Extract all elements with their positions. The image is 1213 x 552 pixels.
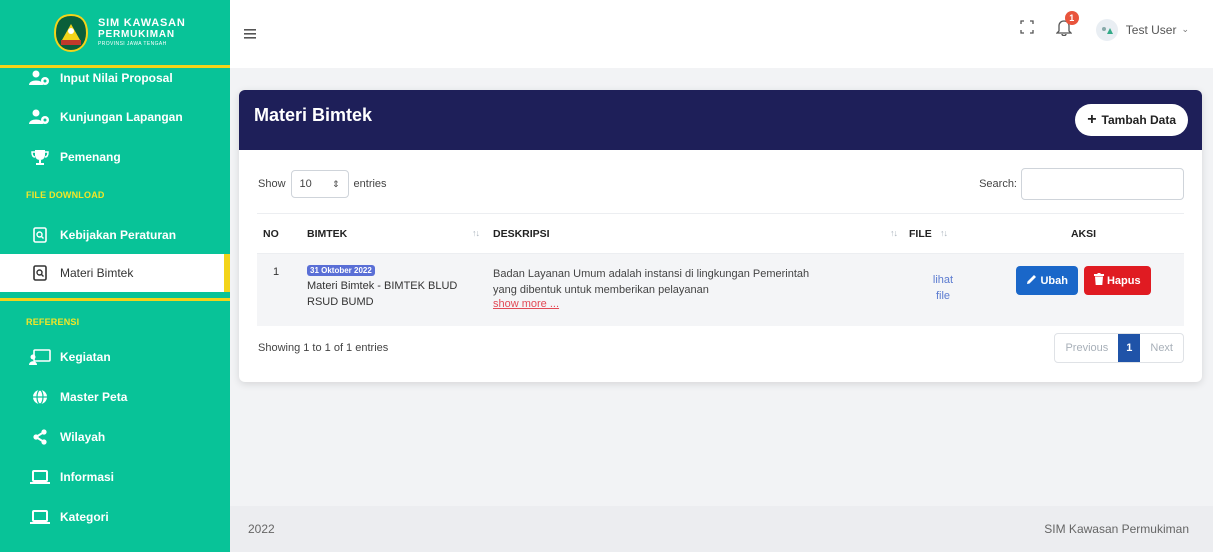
globe-icon xyxy=(28,388,52,406)
footer-year: 2022 xyxy=(248,522,275,536)
sidebar-item-informasi[interactable]: Informasi xyxy=(0,457,230,497)
fullscreen-icon[interactable] xyxy=(1020,20,1034,39)
edit-label: Ubah xyxy=(1040,274,1068,287)
sidebar-item-master-peta[interactable]: Master Peta xyxy=(0,377,230,417)
sidebar: SIM KAWASAN PERMUKIMAN PROVINSI JAWA TEN… xyxy=(0,0,230,552)
search-input[interactable] xyxy=(1021,168,1184,200)
edit-button[interactable]: Ubah xyxy=(1016,266,1078,295)
bimtek-name-line1: Materi Bimtek - BIMTEK BLUD xyxy=(307,280,458,292)
description-line1: Badan Layanan Umum adalah instansi di li… xyxy=(493,268,810,280)
bimtek-name-line2: RSUD BUMD xyxy=(307,296,374,308)
province-logo xyxy=(50,12,92,54)
presentation-icon xyxy=(28,348,52,366)
entries-label: entries xyxy=(353,178,387,190)
sidebar-item-kategori[interactable]: Kategori xyxy=(0,497,230,537)
sort-icon: ↑↓ xyxy=(472,228,480,238)
sidebar-item-materi-bimtek[interactable]: Materi Bimtek xyxy=(0,254,230,292)
column-header-bimtek[interactable]: BIMTEK ↑↓ xyxy=(295,213,485,254)
select-arrows-icon: ⇕ xyxy=(331,178,340,189)
show-label: Show xyxy=(258,178,286,190)
user-menu[interactable]: Test User ⌄ xyxy=(1095,18,1189,41)
brand-line3: PROVINSI JAWA TENGAH xyxy=(98,41,167,47)
sidebar-item-label: Materi Bimtek xyxy=(60,266,134,280)
sidebar-item-wilayah[interactable]: Wilayah xyxy=(0,417,230,457)
file-search-icon xyxy=(28,264,52,282)
pagination-next[interactable]: Next xyxy=(1140,334,1183,362)
table-info: Showing 1 to 1 of 1 entries xyxy=(258,342,389,354)
add-data-button[interactable]: + Tambah Data xyxy=(1075,104,1188,136)
table-row: 1 31 Oktober 2022 Materi Bimtek - BIMTEK… xyxy=(257,253,1184,326)
description-line2: yang dibentuk untuk memberikan pelayanan xyxy=(493,284,709,296)
plus-icon: + xyxy=(1087,111,1097,128)
share-icon xyxy=(28,428,52,446)
search-label: Search: xyxy=(979,178,1017,190)
trash-icon xyxy=(1093,273,1104,288)
sidebar-item-label: Input Nilai Proposal xyxy=(60,71,173,85)
users-cog-icon xyxy=(28,108,52,126)
sidebar-item-kegiatan[interactable]: Kegiatan xyxy=(0,337,230,377)
sidebar-item-label: Kegiatan xyxy=(60,350,111,364)
delete-button[interactable]: Hapus xyxy=(1083,266,1151,295)
sidebar-item-label: Kunjungan Lapangan xyxy=(60,110,183,124)
sidebar-item-kebijakan-peraturan[interactable]: Kebijakan Peraturan xyxy=(0,216,230,254)
date-badge: 31 Oktober 2022 xyxy=(307,265,375,276)
column-header-aksi: AKSI xyxy=(983,213,1184,254)
sidebar-item-label: Kebijakan Peraturan xyxy=(60,228,177,242)
add-data-label: Tambah Data xyxy=(1101,113,1176,127)
notification-badge: 1 xyxy=(1064,11,1079,25)
laptop-icon xyxy=(28,468,52,486)
view-file-link[interactable]: lihat file xyxy=(903,272,983,304)
section-referensi: REFERENSI xyxy=(26,317,80,327)
pencil-icon xyxy=(1026,274,1037,288)
view-file-line2: file xyxy=(935,290,951,302)
users-cog-icon xyxy=(28,69,52,87)
sidebar-item-label: Informasi xyxy=(60,470,115,484)
pagination-previous[interactable]: Previous xyxy=(1055,334,1118,362)
card-header: Materi Bimtek + Tambah Data xyxy=(239,90,1202,150)
sidebar-item-label: Pemenang xyxy=(60,150,121,164)
page-footer: 2022 SIM Kawasan Permukiman xyxy=(230,506,1213,552)
brand-line2: PERMUKIMAN xyxy=(98,29,175,40)
show-more-link[interactable]: show more ... xyxy=(493,298,903,310)
pagination-page-1[interactable]: 1 xyxy=(1118,334,1141,362)
page-title: Materi Bimtek xyxy=(254,104,373,125)
sort-icon: ↑↓ xyxy=(890,228,898,238)
sidebar-item-label: Wilayah xyxy=(60,430,106,444)
section-file-download: FILE DOWNLOAD xyxy=(26,190,105,200)
column-header-deskripsi[interactable]: DESKRIPSI ↑↓ xyxy=(485,213,903,254)
topbar: 1 Test User ⌄ xyxy=(230,0,1213,68)
column-header-file[interactable]: FILE ↑↓ xyxy=(903,213,983,254)
trophy-icon xyxy=(28,148,52,166)
avatar xyxy=(1095,18,1118,41)
sidebar-item-kunjungan-lapangan[interactable]: Kunjungan Lapangan xyxy=(0,96,230,138)
delete-label: Hapus xyxy=(1106,274,1141,287)
footer-app-name: SIM Kawasan Permukiman xyxy=(1044,522,1189,536)
entries-value: 10 xyxy=(299,178,312,190)
view-file-line1: lihat xyxy=(932,274,954,286)
chevron-down-icon: ⌄ xyxy=(1181,24,1189,34)
materi-bimtek-card: Materi Bimtek + Tambah Data Show 10 ⇕ en… xyxy=(239,90,1202,382)
sidebar-item-pemenang[interactable]: Pemenang xyxy=(0,138,230,176)
user-name: Test User xyxy=(1125,22,1177,37)
hamburger-menu-icon[interactable] xyxy=(244,26,256,44)
pagination: Previous 1 Next xyxy=(1054,333,1184,363)
brand[interactable]: SIM KAWASAN PERMUKIMAN PROVINSI JAWA TEN… xyxy=(0,0,230,68)
laptop-icon xyxy=(28,508,52,526)
sidebar-item-label: Kategori xyxy=(60,510,109,524)
brand-line1: SIM KAWASAN xyxy=(98,17,186,29)
cell-no: 1 xyxy=(273,266,280,278)
sidebar-item-label: Master Peta xyxy=(60,390,128,404)
column-header-no[interactable]: NO xyxy=(257,213,295,254)
sort-icon: ↑↓ xyxy=(940,228,948,238)
file-search-icon xyxy=(28,226,52,244)
entries-select[interactable]: 10 ⇕ xyxy=(290,170,349,198)
sidebar-item-input-nilai-proposal[interactable]: Input Nilai Proposal xyxy=(0,60,230,96)
bimtek-table: NO BIMTEK ↑↓ DESKRIPSI ↑↓ FILE ↑↓ AKSI 1 31… xyxy=(257,213,1184,326)
notification-bell-icon[interactable]: 1 xyxy=(1055,11,1079,41)
